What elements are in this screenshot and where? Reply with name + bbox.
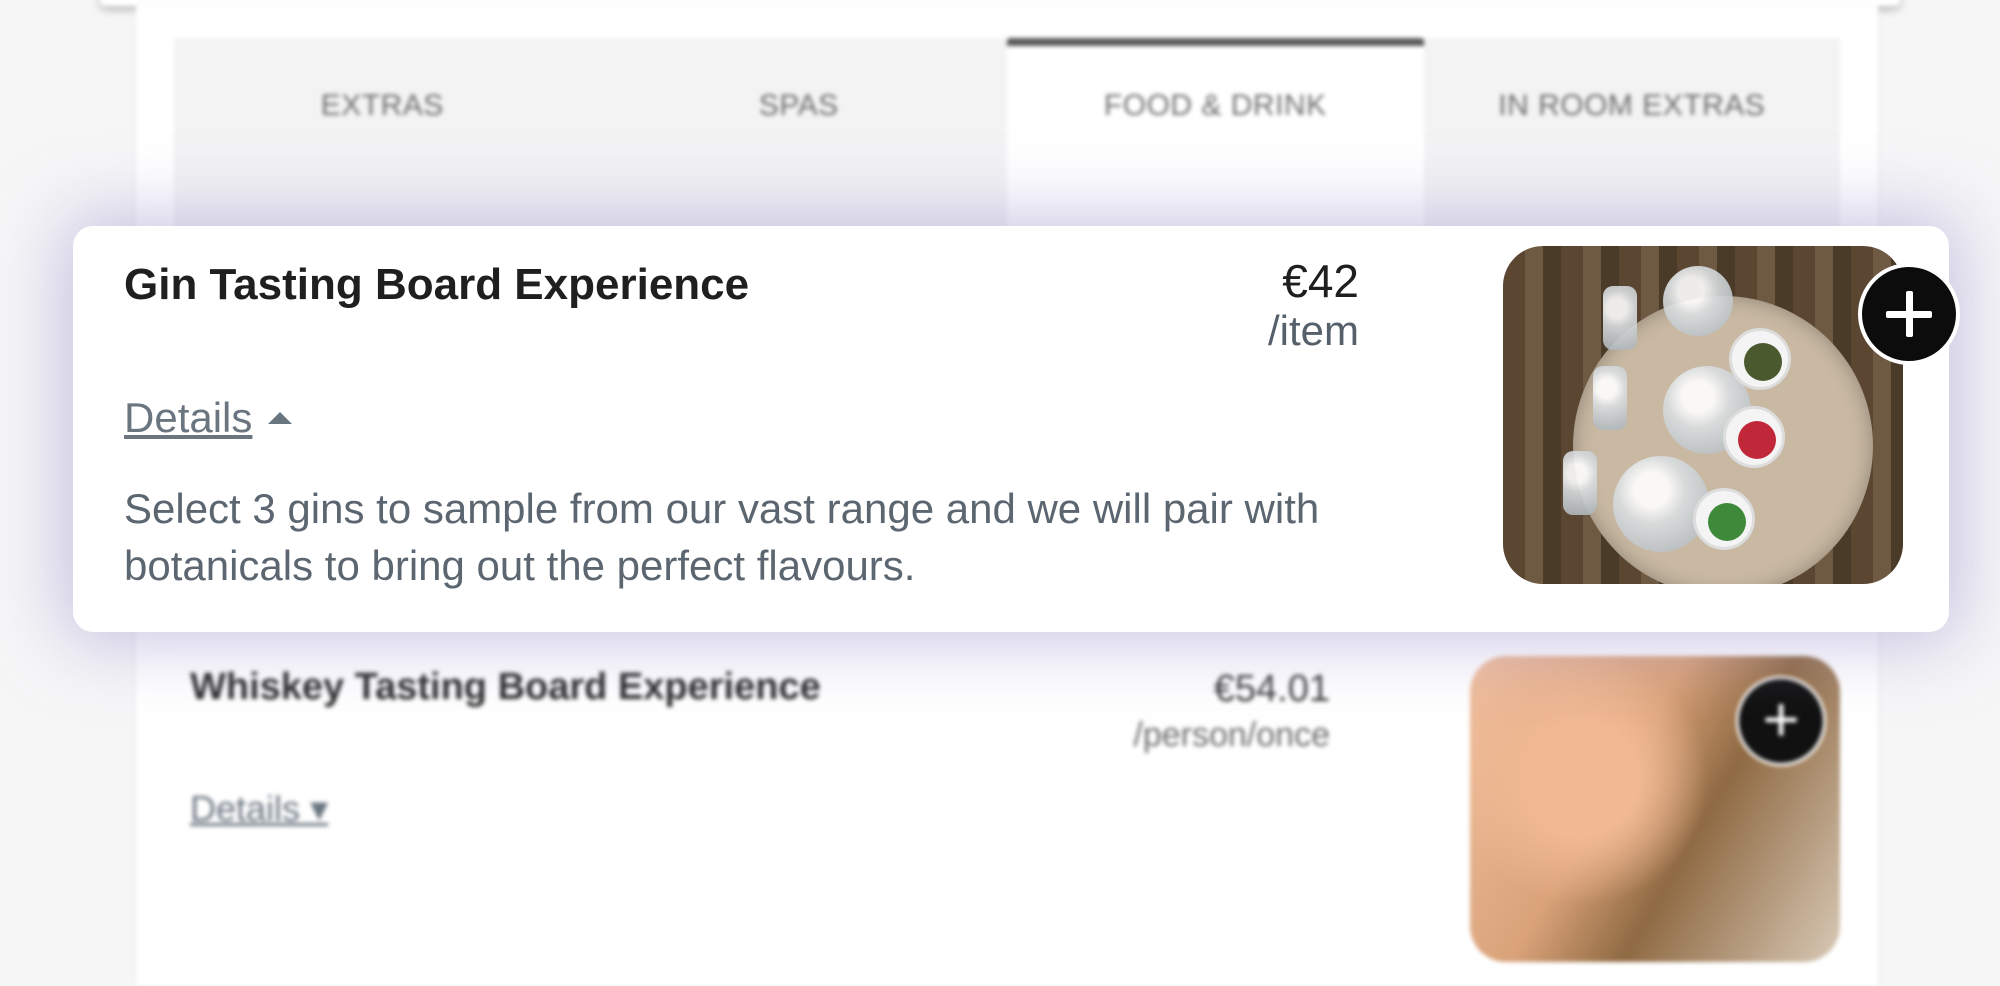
list-item: Whiskey Tasting Board Experience €54.01 … — [190, 640, 1840, 970]
price-amount: €54.01 — [1213, 668, 1330, 710]
plus-icon — [1886, 291, 1932, 337]
details-toggle[interactable]: Details — [124, 394, 293, 442]
bottle-shape — [1603, 286, 1637, 350]
item-name: Gin Tasting Board Experience — [124, 260, 750, 309]
category-tabs: EXTRAS SPAS FOOD & DRINK IN ROOM EXTRAS — [174, 38, 1840, 228]
caret-up-icon — [268, 412, 293, 424]
tab-label: FOOD & DRINK — [1103, 89, 1327, 122]
details-toggle[interactable]: Details ▾ — [190, 788, 328, 830]
gin-board-image — [1503, 246, 1903, 584]
glass-shape — [1663, 266, 1733, 336]
bottle-shape — [1593, 366, 1627, 430]
tab-label: IN ROOM EXTRAS — [1498, 89, 1766, 122]
bowl-shape — [1693, 488, 1755, 550]
item-description: Select 3 gins to sample from our vast ra… — [124, 485, 1320, 589]
caret-down-icon: ▾ — [310, 788, 329, 829]
featured-item-card: Gin Tasting Board Experience €42 /item D… — [73, 226, 1960, 632]
tab-extras[interactable]: EXTRAS — [174, 38, 591, 228]
whiskey-image: + — [1470, 656, 1840, 962]
plus-icon[interactable]: + — [1736, 676, 1826, 766]
glass-shape — [1613, 456, 1709, 552]
tab-label: EXTRAS — [320, 89, 444, 122]
tab-spas[interactable]: SPAS — [591, 38, 1008, 228]
bowl-shape — [1729, 328, 1791, 390]
item-price: €42 /item — [1173, 256, 1359, 356]
price-amount: €42 — [1282, 255, 1359, 307]
price-unit: /person/once — [1133, 716, 1330, 754]
tab-food-and-drink[interactable]: FOOD & DRINK — [1007, 38, 1424, 228]
bowl-shape — [1723, 406, 1785, 468]
tab-in-room-extras[interactable]: IN ROOM EXTRAS — [1424, 38, 1841, 228]
add-to-cart-button[interactable] — [1858, 263, 1960, 365]
item-price: €54.01 /person/once — [1133, 666, 1330, 758]
price-unit: /item — [1267, 307, 1359, 354]
item-name: Whiskey Tasting Board Experience — [190, 666, 821, 708]
details-label: Details — [124, 394, 253, 441]
details-label: Details — [190, 788, 301, 829]
bottle-shape — [1563, 451, 1597, 515]
tab-label: SPAS — [758, 89, 839, 122]
